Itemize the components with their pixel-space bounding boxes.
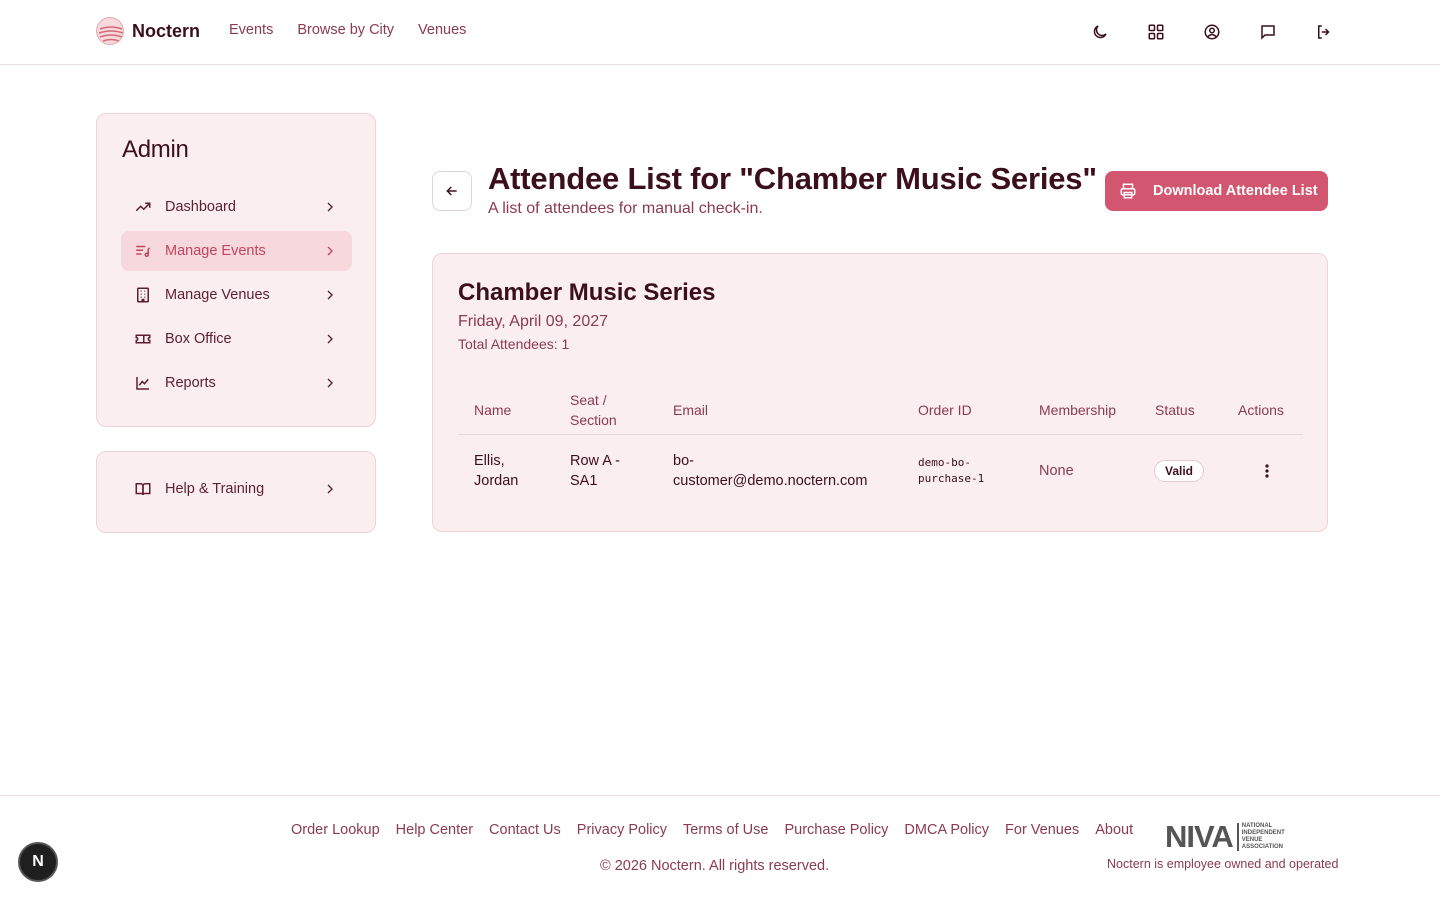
chevron-right-icon <box>327 246 333 256</box>
cell-email: bo- customer@demo.noctern.com <box>673 451 867 491</box>
cell-name-line1: Ellis, <box>474 453 505 469</box>
niva-subtext-4: ASSOCIATION <box>1241 844 1283 850</box>
footer-link-help-center[interactable]: Help Center <box>396 822 473 838</box>
chevron-right-icon <box>327 378 333 388</box>
more-vertical-icon <box>1265 464 1269 478</box>
download-attendee-list-button[interactable]: Download Attendee List <box>1105 171 1328 211</box>
niva-subtext-3: VENUE <box>1241 837 1263 843</box>
niva-logo[interactable]: NIVA NATIONAL INDEPENDENT VENUE ASSOCIAT… <box>1165 819 1285 854</box>
music-list-icon <box>133 241 153 261</box>
header-actions <box>1088 20 1336 44</box>
footer-link-about[interactable]: About <box>1095 822 1133 838</box>
cell-seat-line2: SA1 <box>570 473 598 489</box>
copyright: © 2026 Noctern. All rights reserved. <box>600 858 830 874</box>
admin-sidebar: Admin Dashboard Manage Events Manage Ven… <box>96 113 376 427</box>
th-name: Name <box>474 402 512 418</box>
cell-order-id: demo-bo- purchase-1 <box>918 455 984 487</box>
download-label: Download Attendee List <box>1153 183 1318 199</box>
moon-icon[interactable] <box>1088 20 1112 44</box>
arrow-left-icon <box>446 186 457 196</box>
brand-logo <box>96 17 124 45</box>
dev-tools-button[interactable]: N <box>18 842 58 882</box>
nav-venues[interactable]: Venues <box>418 22 466 38</box>
sidebar-item-label: Box Office <box>165 331 232 347</box>
th-status: Status <box>1155 402 1195 418</box>
total-attendees: Total Attendees: 1 <box>458 336 570 352</box>
th-email: Email <box>673 402 709 418</box>
event-date: Friday, April 09, 2027 <box>458 313 609 330</box>
top-header: Noctern Events Browse by City Venues <box>0 0 1440 65</box>
back-button[interactable] <box>432 171 472 211</box>
sidebar-item-reports[interactable]: Reports <box>121 363 352 403</box>
niva-logo-subtext: NATIONAL INDEPENDENT VENUE ASSOCIATION <box>1236 823 1285 851</box>
qr-grid-icon[interactable] <box>1144 20 1168 44</box>
brand-name: Noctern <box>132 20 201 41</box>
sidebar-item-help-training[interactable]: Help & Training <box>121 469 352 509</box>
page-title: Attendee List for "Chamber Music Series" <box>488 161 1097 196</box>
trending-up-icon <box>133 197 153 217</box>
table-divider <box>458 434 1303 435</box>
cell-seat-line1: Row A - <box>570 453 620 469</box>
chevron-right-icon <box>327 202 333 212</box>
cell-order-line1: demo-bo- <box>918 456 971 469</box>
cell-name-line2: Jordan <box>474 473 519 489</box>
message-icon[interactable] <box>1256 20 1280 44</box>
cell-email-line2: customer@demo.noctern.com <box>673 473 868 489</box>
cell-seat: Row A - SA1 <box>570 451 620 491</box>
brand[interactable]: Noctern <box>96 17 200 45</box>
footer-link-terms-of-use[interactable]: Terms of Use <box>683 822 768 838</box>
cell-name: Ellis, Jordan <box>474 451 518 491</box>
sidebar-item-label: Manage Venues <box>165 287 270 303</box>
building-icon <box>133 285 153 305</box>
sidebar-item-label: Dashboard <box>165 199 236 215</box>
th-seat-line1: Seat / <box>570 392 607 408</box>
th-membership: Membership <box>1039 402 1117 418</box>
help-card: Help & Training <box>96 451 376 533</box>
footer-link-order-lookup[interactable]: Order Lookup <box>291 822 380 838</box>
niva-subtext-1: NATIONAL <box>1241 823 1273 829</box>
niva-subtext-2: INDEPENDENT <box>1241 830 1285 836</box>
status-badge: Valid <box>1154 460 1205 482</box>
sidebar-title: Admin <box>122 136 189 163</box>
footer-link-contact-us[interactable]: Contact Us <box>489 822 561 838</box>
book-icon <box>133 479 153 499</box>
employee-owned-note: Noctern is employee owned and operated <box>1107 857 1339 871</box>
printer-icon <box>1120 183 1136 199</box>
sidebar-item-label: Manage Events <box>165 243 266 259</box>
cell-membership: None <box>1039 463 1074 479</box>
ticket-icon <box>133 329 153 349</box>
footer-link-for-venues[interactable]: For Venues <box>1005 822 1079 838</box>
footer-link-dmca-policy[interactable]: DMCA Policy <box>904 822 989 838</box>
logout-icon[interactable] <box>1312 20 1336 44</box>
sidebar-item-label: Reports <box>165 375 216 391</box>
event-title: Chamber Music Series <box>458 279 716 306</box>
chevron-right-icon <box>327 484 333 494</box>
footer-link-purchase-policy[interactable]: Purchase Policy <box>784 822 888 838</box>
page-subtitle: A list of attendees for manual check-in. <box>488 200 763 217</box>
sidebar-item-box-office[interactable]: Box Office <box>121 319 352 359</box>
sidebar-item-dashboard[interactable]: Dashboard <box>121 187 352 227</box>
nav-browse-by-city[interactable]: Browse by City <box>297 22 394 38</box>
line-chart-icon <box>133 373 153 393</box>
row-actions-menu[interactable] <box>1259 462 1275 480</box>
niva-logo-text: NIVA <box>1165 819 1234 854</box>
footer-link-privacy-policy[interactable]: Privacy Policy <box>577 822 667 838</box>
th-actions: Actions <box>1238 402 1284 418</box>
footer-links: Order Lookup Help Center Contact Us Priv… <box>291 822 1133 838</box>
chevron-right-icon <box>327 290 333 300</box>
sidebar-item-manage-venues[interactable]: Manage Venues <box>121 275 352 315</box>
cell-order-line2: purchase-1 <box>918 472 985 485</box>
footer: Order Lookup Help Center Contact Us Priv… <box>0 795 1440 900</box>
main-nav: Events Browse by City Venues <box>229 22 466 38</box>
th-seat-line2: Section <box>570 412 617 428</box>
sidebar-item-manage-events[interactable]: Manage Events <box>121 231 352 271</box>
event-card: Chamber Music Series Friday, April 09, 2… <box>432 253 1328 532</box>
th-seat: Seat / Section <box>570 390 617 430</box>
cell-email-line1: bo- <box>673 453 694 469</box>
nav-events[interactable]: Events <box>229 22 273 38</box>
user-circle-icon[interactable] <box>1200 20 1224 44</box>
help-training-label: Help & Training <box>165 481 265 497</box>
th-order-id: Order ID <box>918 402 972 418</box>
chevron-right-icon <box>327 334 333 344</box>
